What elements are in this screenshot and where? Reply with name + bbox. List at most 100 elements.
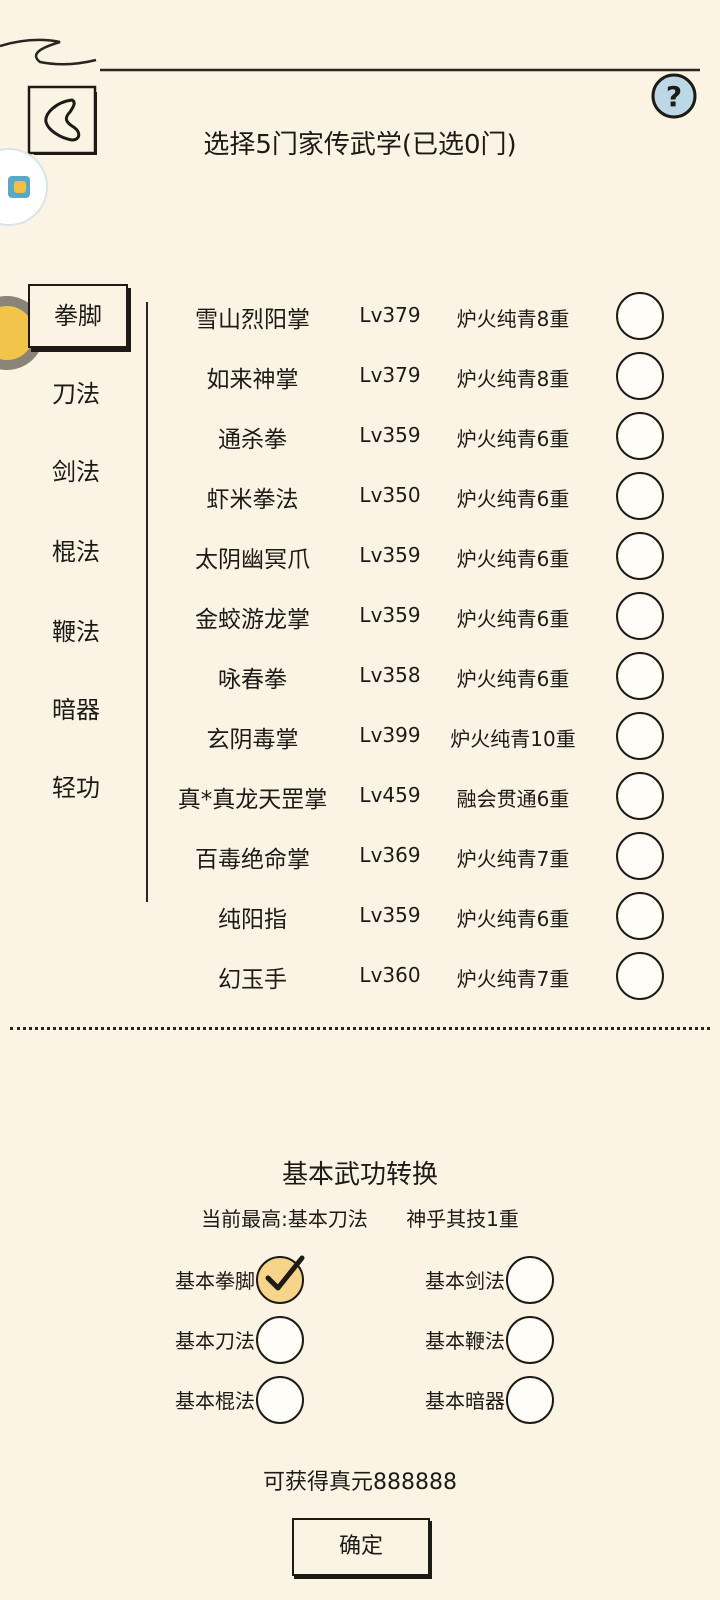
skill-row[interactable]: 雪山烈阳掌 Lv379 炉火纯青8重 bbox=[160, 286, 680, 346]
skill-name: 百毒绝命掌 bbox=[195, 847, 310, 873]
skill-select-radio[interactable] bbox=[616, 712, 664, 760]
tab-daofa[interactable]: 刀法 bbox=[28, 362, 124, 426]
skill-level: Lv350 bbox=[359, 483, 421, 507]
skill-name: 虾米拳法 bbox=[206, 487, 299, 513]
skill-select-radio[interactable] bbox=[616, 412, 664, 460]
skill-row[interactable]: 纯阳指 Lv359 炉火纯青6重 bbox=[160, 886, 680, 946]
skill-select-radio[interactable] bbox=[616, 352, 664, 400]
skill-row[interactable]: 真*真龙天罡掌 Lv459 融会贯通6重 bbox=[160, 766, 680, 826]
option-basic-jianfa[interactable]: 基本剑法 bbox=[380, 1250, 650, 1310]
skill-select-radio[interactable] bbox=[616, 532, 664, 580]
skill-rank: 炉火纯青8重 bbox=[456, 307, 570, 331]
skill-row[interactable]: 幻玉手 Lv360 炉火纯青7重 bbox=[160, 946, 680, 1006]
skill-select-radio[interactable] bbox=[616, 472, 664, 520]
conversion-title: 基本武功转换 bbox=[281, 1160, 438, 1190]
current-best-label: 当前最高:基本刀法 bbox=[201, 1207, 368, 1231]
skill-name: 幻玉手 bbox=[218, 967, 287, 993]
skill-level: Lv359 bbox=[359, 543, 421, 567]
tab-quanjiao[interactable]: 拳脚 bbox=[28, 284, 128, 348]
skill-select-radio[interactable] bbox=[616, 892, 664, 940]
tab-gunfa[interactable]: 棍法 bbox=[28, 520, 124, 584]
skill-row[interactable]: 太阴幽冥爪 Lv359 炉火纯青6重 bbox=[160, 526, 680, 586]
skill-row[interactable]: 咏春拳 Lv358 炉火纯青6重 bbox=[160, 646, 680, 706]
option-basic-quanjiao[interactable]: 基本拳脚 bbox=[130, 1250, 400, 1310]
header-decoration bbox=[0, 38, 700, 72]
skill-rank: 融会贯通6重 bbox=[456, 787, 570, 811]
skill-row[interactable]: 百毒绝命掌 Lv369 炉火纯青7重 bbox=[160, 826, 680, 886]
option-basic-anqi[interactable]: 基本暗器 bbox=[380, 1370, 650, 1430]
tab-qinggong[interactable]: 轻功 bbox=[28, 756, 124, 820]
help-button[interactable]: ? bbox=[650, 72, 698, 120]
current-rank-label: 神乎其技1重 bbox=[406, 1207, 519, 1231]
skill-row[interactable]: 金蛟游龙掌 Lv359 炉火纯青6重 bbox=[160, 586, 680, 646]
option-checkbox[interactable] bbox=[256, 1376, 304, 1424]
skill-select-radio[interactable] bbox=[616, 592, 664, 640]
question-mark-icon: ? bbox=[651, 73, 697, 119]
option-checkbox[interactable] bbox=[506, 1316, 554, 1364]
skill-rank: 炉火纯青7重 bbox=[456, 847, 570, 871]
tab-anqi[interactable]: 暗器 bbox=[28, 678, 124, 742]
option-checkbox[interactable] bbox=[256, 1316, 304, 1364]
option-label: 基本鞭法 bbox=[425, 1329, 505, 1353]
divider-vertical bbox=[146, 302, 148, 902]
skill-name: 通杀拳 bbox=[218, 427, 287, 453]
option-checkbox[interactable] bbox=[256, 1255, 305, 1304]
skill-name: 玄阴毒掌 bbox=[206, 727, 299, 753]
skill-level: Lv369 bbox=[359, 843, 421, 867]
skill-rank: 炉火纯青6重 bbox=[456, 607, 570, 631]
skill-rank: 炉火纯青6重 bbox=[456, 667, 570, 691]
app-logo-icon bbox=[8, 176, 30, 198]
skill-row[interactable]: 虾米拳法 Lv350 炉火纯青6重 bbox=[160, 466, 680, 526]
skill-level: Lv459 bbox=[359, 783, 421, 807]
skill-row[interactable]: 通杀拳 Lv359 炉火纯青6重 bbox=[160, 406, 680, 466]
tab-jianfa[interactable]: 剑法 bbox=[28, 440, 124, 504]
confirm-button[interactable]: 确定 bbox=[292, 1518, 430, 1576]
skill-rank: 炉火纯青10重 bbox=[450, 727, 576, 751]
skill-row[interactable]: 如来神掌 Lv379 炉火纯青8重 bbox=[160, 346, 680, 406]
skill-select-radio[interactable] bbox=[616, 652, 664, 700]
option-label: 基本刀法 bbox=[175, 1329, 255, 1353]
option-basic-daofa[interactable]: 基本刀法 bbox=[130, 1310, 400, 1370]
skill-level: Lv359 bbox=[359, 903, 421, 927]
option-label: 基本剑法 bbox=[425, 1269, 505, 1293]
svg-text:?: ? bbox=[666, 80, 682, 113]
skill-name: 雪山烈阳掌 bbox=[195, 307, 310, 333]
option-basic-gunfa[interactable]: 基本棍法 bbox=[130, 1370, 400, 1430]
option-label: 基本棍法 bbox=[175, 1389, 255, 1413]
skill-select-radio[interactable] bbox=[616, 292, 664, 340]
skill-rank: 炉火纯青8重 bbox=[456, 367, 570, 391]
skill-name: 太阴幽冥爪 bbox=[195, 547, 310, 573]
skill-level: Lv359 bbox=[359, 603, 421, 627]
tab-bianfa[interactable]: 鞭法 bbox=[28, 600, 124, 664]
checkmark-icon bbox=[265, 1255, 305, 1291]
skill-name: 如来神掌 bbox=[206, 367, 299, 393]
skill-select-radio[interactable] bbox=[616, 952, 664, 1000]
skill-name: 纯阳指 bbox=[218, 907, 287, 933]
floating-app-icon[interactable] bbox=[0, 148, 48, 226]
section-divider bbox=[10, 1027, 710, 1030]
skill-rank: 炉火纯青6重 bbox=[456, 547, 570, 571]
reward-text: 可获得真元888888 bbox=[263, 1470, 457, 1495]
skill-select-radio[interactable] bbox=[616, 832, 664, 880]
skill-rank: 炉火纯青6重 bbox=[456, 427, 570, 451]
skill-name: 咏春拳 bbox=[218, 667, 287, 693]
skill-select-radio[interactable] bbox=[616, 772, 664, 820]
page-title: 选择5门家传武学(已选0门) bbox=[203, 130, 517, 160]
skill-row[interactable]: 玄阴毒掌 Lv399 炉火纯青10重 bbox=[160, 706, 680, 766]
conversion-current: 当前最高:基本刀法 神乎其技1重 bbox=[0, 1203, 720, 1232]
skill-level: Lv399 bbox=[359, 723, 421, 747]
skill-name: 金蛟游龙掌 bbox=[195, 607, 310, 633]
option-checkbox[interactable] bbox=[506, 1256, 554, 1304]
skill-level: Lv379 bbox=[359, 303, 421, 327]
option-label: 基本暗器 bbox=[425, 1389, 505, 1413]
option-checkbox[interactable] bbox=[506, 1376, 554, 1424]
option-label: 基本拳脚 bbox=[175, 1269, 255, 1293]
skill-level: Lv359 bbox=[359, 423, 421, 447]
skill-rank: 炉火纯青6重 bbox=[456, 487, 570, 511]
skill-level: Lv360 bbox=[359, 963, 421, 987]
skill-level: Lv379 bbox=[359, 363, 421, 387]
skill-rank: 炉火纯青7重 bbox=[456, 967, 570, 991]
skill-name: 真*真龙天罡掌 bbox=[177, 787, 328, 813]
option-basic-bianfa[interactable]: 基本鞭法 bbox=[380, 1310, 650, 1370]
skill-level: Lv358 bbox=[359, 663, 421, 687]
